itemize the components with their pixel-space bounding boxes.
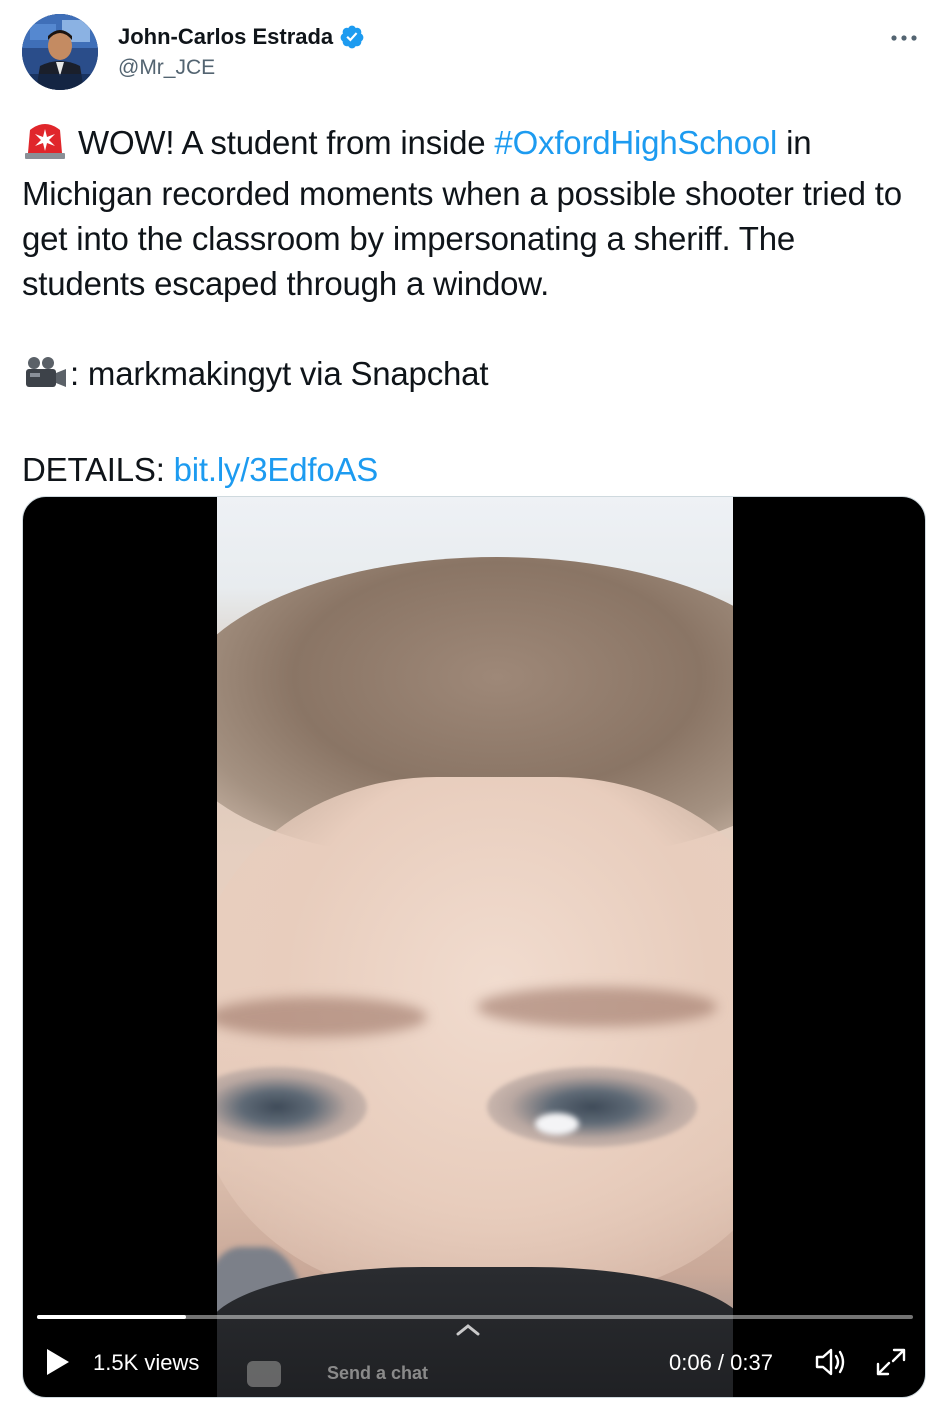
video-camera-icon <box>22 355 68 402</box>
video-frame[interactable]: Send a chat <box>217 497 733 1397</box>
tweet-card: John-Carlos Estrada @Mr_JCE WOW! A stude… <box>0 0 938 1414</box>
video-progress-fill <box>37 1315 186 1319</box>
author-name[interactable]: John-Carlos Estrada <box>118 24 333 50</box>
author-avatar[interactable] <box>22 14 98 90</box>
video-player[interactable]: Send a chat 1.5K views 0:06 / 0:37 <box>22 496 926 1398</box>
video-time: 0:06 / 0:37 <box>669 1350 773 1375</box>
hashtag-link[interactable]: #OxfordHighSchool <box>494 124 777 161</box>
more-options-icon[interactable] <box>884 18 924 58</box>
rotating-light-icon <box>22 120 68 171</box>
video-views: 1.5K views <box>93 1350 200 1375</box>
details-link[interactable]: bit.ly/3EdfoAS <box>174 451 379 488</box>
tweet-text: WOW! A student from inside #OxfordHighSc… <box>22 120 922 492</box>
credit-text: : markmakingyt via Snapchat <box>70 355 489 392</box>
volume-icon[interactable] <box>813 1345 849 1379</box>
video-controls: 1.5K views 0:06 / 0:37 <box>23 1337 925 1393</box>
avatar-photo <box>22 14 98 90</box>
tweet-text-part1: WOW! A student from inside <box>78 124 495 161</box>
author-handle[interactable]: @Mr_JCE <box>118 56 215 80</box>
author-name-row[interactable]: John-Carlos Estrada <box>118 24 365 50</box>
verified-badge-icon <box>339 24 365 50</box>
video-progress-bar[interactable] <box>37 1315 913 1319</box>
details-label: DETAILS: <box>22 451 174 488</box>
play-icon[interactable] <box>45 1347 71 1377</box>
chevron-up-icon <box>456 1324 480 1336</box>
fullscreen-icon[interactable] <box>873 1345 909 1379</box>
